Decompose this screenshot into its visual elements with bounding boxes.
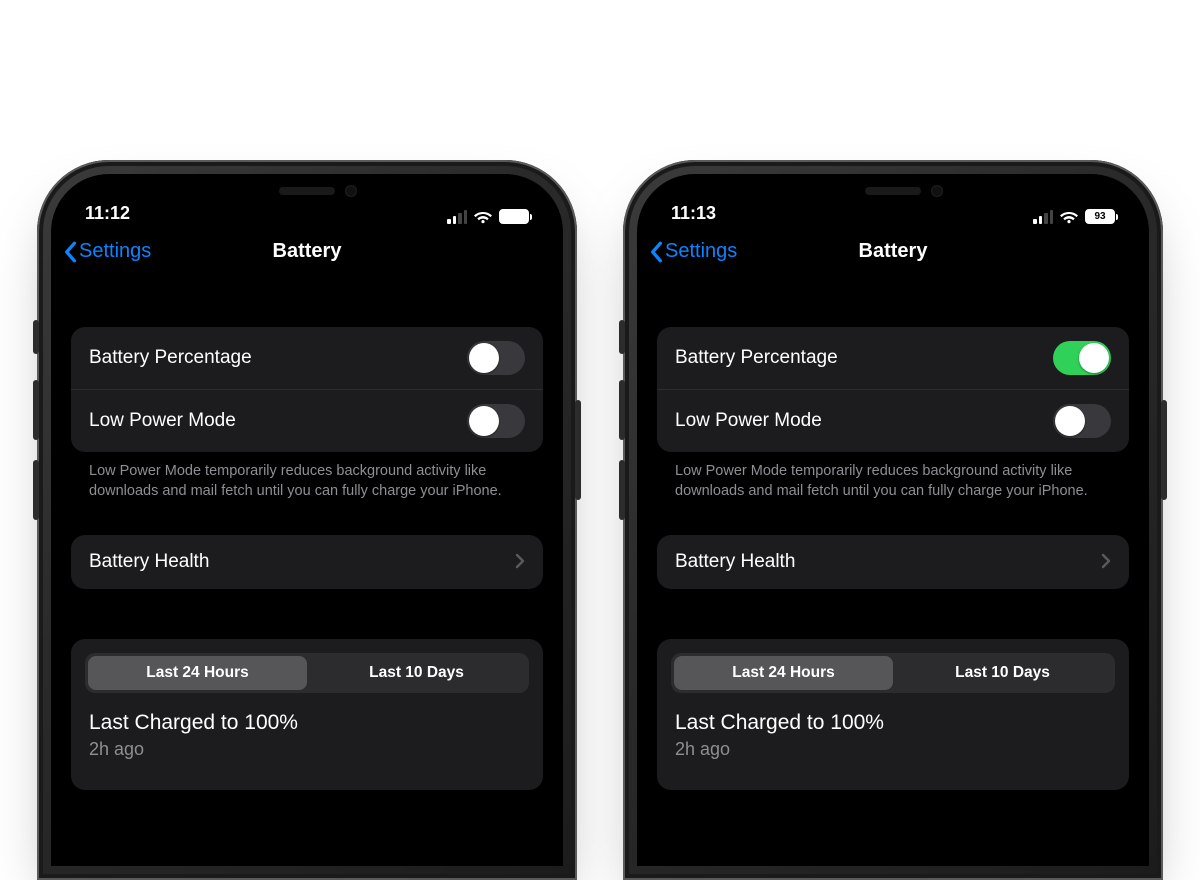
- chevron-right-icon: [1101, 549, 1111, 575]
- settings-group-health: Battery Health: [71, 535, 543, 589]
- last-charged-title: Last Charged to 100%: [89, 711, 525, 735]
- nav-bar: Settings Battery: [51, 228, 563, 281]
- back-label: Settings: [665, 240, 737, 263]
- notch: [803, 174, 983, 208]
- side-button-icon: [619, 380, 625, 440]
- row-battery-percentage[interactable]: Battery Percentage: [71, 327, 543, 389]
- chevron-left-icon: [63, 241, 77, 263]
- back-button[interactable]: Settings: [649, 240, 737, 263]
- cellular-signal-icon: [447, 210, 467, 224]
- battery-percentage-toggle[interactable]: [467, 341, 525, 375]
- battery-percentage-toggle[interactable]: [1053, 341, 1111, 375]
- nav-bar: Settings Battery: [637, 228, 1149, 281]
- wifi-icon: [473, 210, 493, 224]
- row-label: Low Power Mode: [89, 410, 236, 432]
- chevron-right-icon: [515, 549, 525, 575]
- segment-last-10-days[interactable]: Last 10 Days: [893, 656, 1112, 690]
- comparison-stage: 11:12 Settings Battery: [0, 160, 1200, 880]
- side-button-icon: [33, 320, 39, 354]
- side-button-icon: [619, 320, 625, 354]
- last-charged-title: Last Charged to 100%: [675, 711, 1111, 735]
- battery-icon: [499, 209, 529, 224]
- settings-group-health: Battery Health: [657, 535, 1129, 589]
- low-power-description: Low Power Mode temporarily reduces backg…: [71, 452, 543, 501]
- settings-group-usage: Last 24 Hours Last 10 Days Last Charged …: [657, 639, 1129, 790]
- side-button-icon: [619, 460, 625, 520]
- battery-percent-label: 93: [1094, 211, 1105, 222]
- row-battery-health[interactable]: Battery Health: [657, 535, 1129, 589]
- phone-frame-right: 11:13 93 Settings Battery: [623, 160, 1163, 880]
- status-time: 11:12: [85, 203, 130, 224]
- row-low-power-mode[interactable]: Low Power Mode: [657, 389, 1129, 452]
- battery-icon: 93: [1085, 209, 1115, 224]
- notch: [217, 174, 397, 208]
- row-label: Battery Percentage: [675, 347, 838, 369]
- row-low-power-mode[interactable]: Low Power Mode: [71, 389, 543, 452]
- row-label: Battery Health: [89, 551, 209, 573]
- wifi-icon: [1059, 210, 1079, 224]
- row-battery-percentage[interactable]: Battery Percentage: [657, 327, 1129, 389]
- side-button-icon: [575, 400, 581, 500]
- screen: 11:13 93 Settings Battery: [637, 174, 1149, 866]
- back-button[interactable]: Settings: [63, 240, 151, 263]
- status-time: 11:13: [671, 203, 716, 224]
- back-label: Settings: [79, 240, 151, 263]
- cellular-signal-icon: [1033, 210, 1053, 224]
- phone-frame-left: 11:12 Settings Battery: [37, 160, 577, 880]
- chevron-left-icon: [649, 241, 663, 263]
- segment-last-24-hours[interactable]: Last 24 Hours: [88, 656, 307, 690]
- usage-segmented-control[interactable]: Last 24 Hours Last 10 Days: [85, 653, 529, 693]
- side-button-icon: [33, 380, 39, 440]
- settings-group-power: Battery Percentage Low Power Mode: [657, 327, 1129, 452]
- row-label: Battery Health: [675, 551, 795, 573]
- row-battery-health[interactable]: Battery Health: [71, 535, 543, 589]
- low-power-mode-toggle[interactable]: [1053, 404, 1111, 438]
- low-power-description: Low Power Mode temporarily reduces backg…: [657, 452, 1129, 501]
- last-charged-subtitle: 2h ago: [89, 739, 525, 760]
- low-power-mode-toggle[interactable]: [467, 404, 525, 438]
- row-label: Low Power Mode: [675, 410, 822, 432]
- row-label: Battery Percentage: [89, 347, 252, 369]
- screen: 11:12 Settings Battery: [51, 174, 563, 866]
- side-button-icon: [1161, 400, 1167, 500]
- settings-group-power: Battery Percentage Low Power Mode: [71, 327, 543, 452]
- usage-segmented-control[interactable]: Last 24 Hours Last 10 Days: [671, 653, 1115, 693]
- last-charged-subtitle: 2h ago: [675, 739, 1111, 760]
- segment-last-10-days[interactable]: Last 10 Days: [307, 656, 526, 690]
- settings-group-usage: Last 24 Hours Last 10 Days Last Charged …: [71, 639, 543, 790]
- side-button-icon: [33, 460, 39, 520]
- segment-last-24-hours[interactable]: Last 24 Hours: [674, 656, 893, 690]
